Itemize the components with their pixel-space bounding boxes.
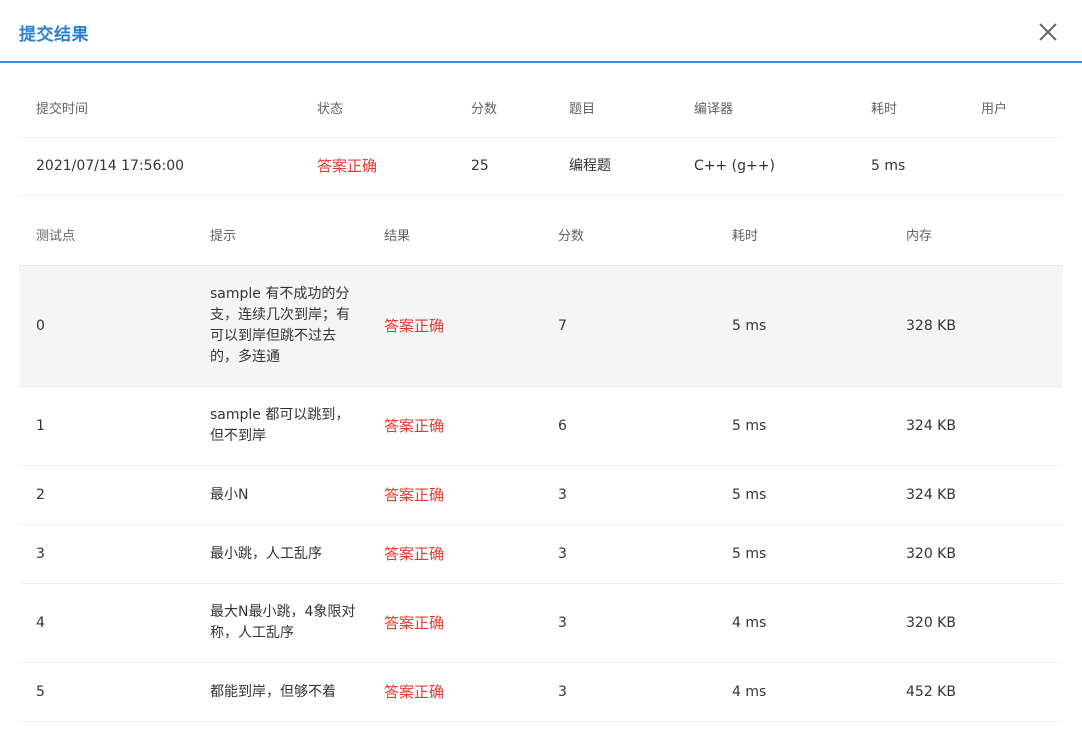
case-hint: 最大N最小跳，4象限对称，人工乱序 [210, 604, 356, 641]
case-memory: 320 KB [906, 614, 956, 631]
case-duration: 4 ms [732, 614, 767, 631]
case-result: 答案正确 [384, 416, 445, 435]
case-result: 答案正确 [384, 316, 445, 335]
summary-row: 2021/07/14 17:56:00 答案正确 25 编程题 C++ (g++… [19, 138, 1063, 196]
dialog-header: 提交结果 [0, 0, 1082, 63]
case-memory: 452 KB [906, 683, 956, 700]
compiler-value: C++ (g++) [694, 158, 775, 174]
header-submit-time: 提交时间 [36, 101, 89, 117]
submission-result-dialog: 提交结果 提交时间 状态 分数 题目 编译器 耗时 用户 2021/07/14 … [0, 0, 1082, 730]
case-id: 1 [36, 417, 45, 434]
dialog-body: 提交时间 状态 分数 题目 编译器 耗时 用户 2021/07/14 17:56… [0, 63, 1082, 730]
header-case-id: 测试点 [36, 228, 76, 244]
submit-time: 2021/07/14 17:56:00 [36, 158, 185, 174]
case-id: 0 [36, 317, 45, 334]
status-text: 答案正确 [317, 157, 378, 175]
header-case-duration: 耗时 [732, 228, 759, 244]
header-user: 用户 [981, 101, 1008, 117]
case-id: 3 [36, 545, 45, 562]
case-score: 3 [558, 545, 567, 562]
case-id: 2 [36, 486, 45, 503]
summary-table: 提交时间 状态 分数 题目 编译器 耗时 用户 2021/07/14 17:56… [19, 81, 1063, 196]
case-id: 5 [36, 683, 45, 700]
case-duration: 5 ms [732, 417, 767, 434]
header-problem: 题目 [569, 101, 596, 117]
header-compiler: 编译器 [694, 101, 734, 117]
case-hint: sample 有不成功的分支，连续几次到岸；有可以到岸但跳不过去的，多连通 [210, 286, 350, 365]
case-hint: 最小跳，人工乱序 [210, 545, 322, 562]
case-duration: 5 ms [732, 545, 767, 562]
table-row: 4 最大N最小跳，4象限对称，人工乱序 答案正确 3 4 ms 320 KB [19, 584, 1063, 663]
case-memory: 324 KB [906, 486, 956, 503]
table-row: 1 sample 都可以跳到，但不到岸 答案正确 6 5 ms 324 KB [19, 387, 1063, 466]
test-cases-table: 测试点 提示 结果 分数 耗时 内存 0 sample 有不成功的分支，连续几次… [19, 207, 1063, 722]
header-result: 结果 [384, 228, 411, 244]
case-score: 7 [558, 317, 567, 334]
header-score: 分数 [471, 101, 498, 117]
header-status: 状态 [317, 101, 344, 117]
case-id: 4 [36, 614, 45, 631]
header-duration: 耗时 [871, 101, 898, 117]
header-case-score: 分数 [558, 228, 585, 244]
cases-header-row: 测试点 提示 结果 分数 耗时 内存 [19, 207, 1063, 266]
duration-value: 5 ms [871, 158, 906, 174]
case-memory: 320 KB [906, 545, 956, 562]
case-result: 答案正确 [384, 613, 445, 632]
case-duration: 4 ms [732, 683, 767, 700]
case-score: 3 [558, 486, 567, 503]
case-hint: sample 都可以跳到，但不到岸 [210, 407, 350, 444]
case-score: 3 [558, 614, 567, 631]
case-result: 答案正确 [384, 544, 445, 563]
table-row: 3 最小跳，人工乱序 答案正确 3 5 ms 320 KB [19, 525, 1063, 584]
table-row: 0 sample 有不成功的分支，连续几次到岸；有可以到岸但跳不过去的，多连通 … [19, 266, 1063, 387]
case-memory: 328 KB [906, 317, 956, 334]
case-duration: 5 ms [732, 486, 767, 503]
score-value: 25 [471, 158, 489, 174]
case-memory: 324 KB [906, 417, 956, 434]
case-hint: 都能到岸，但够不着 [210, 683, 336, 700]
case-hint: 最小N [210, 486, 249, 503]
table-row: 2 最小N 答案正确 3 5 ms 324 KB [19, 466, 1063, 525]
close-icon [1039, 23, 1057, 41]
summary-header-row: 提交时间 状态 分数 题目 编译器 耗时 用户 [19, 81, 1063, 138]
case-score: 3 [558, 683, 567, 700]
header-memory: 内存 [906, 228, 933, 244]
case-duration: 5 ms [732, 317, 767, 334]
close-button[interactable] [1036, 20, 1060, 44]
header-hint: 提示 [210, 228, 237, 244]
problem-type: 编程题 [569, 158, 611, 174]
table-row: 5 都能到岸，但够不着 答案正确 3 4 ms 452 KB [19, 663, 1063, 722]
case-result: 答案正确 [384, 485, 445, 504]
case-score: 6 [558, 417, 567, 434]
dialog-title: 提交结果 [19, 25, 89, 45]
case-result: 答案正确 [384, 682, 445, 701]
